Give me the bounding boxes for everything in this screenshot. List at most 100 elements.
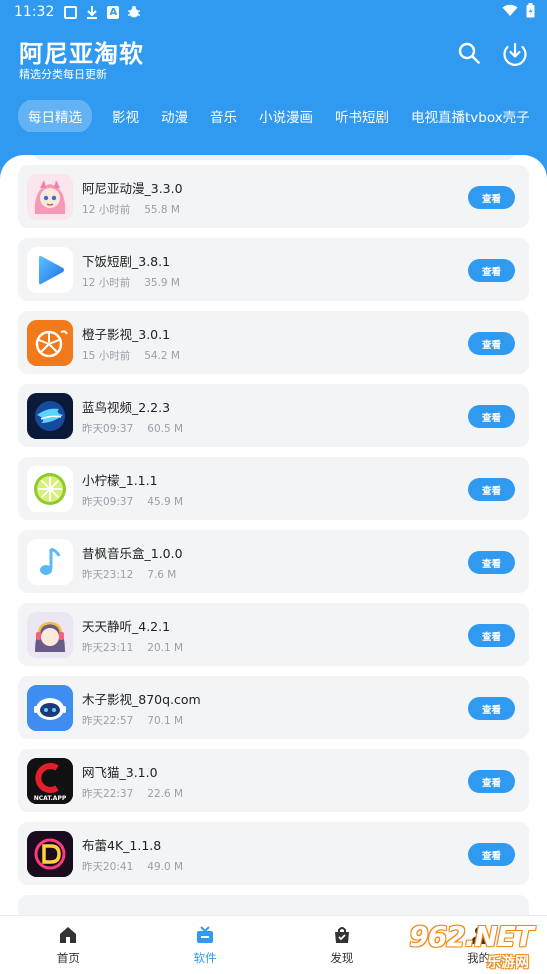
view-button[interactable]: 查看 bbox=[468, 843, 515, 866]
content-panel: 阿尼亚动漫_3.3.0 12 小时前 55.8 M 查看 下饭短剧_3.8.1 1… bbox=[0, 155, 547, 915]
list-item[interactable]: 蓝鸟视频_2.2.3 昨天09:37 60.5 M 查看 bbox=[18, 384, 529, 447]
a-box-icon: A bbox=[107, 5, 120, 19]
app-name: 阿尼亚动漫_3.3.0 bbox=[82, 181, 183, 196]
status-time: 11:32 bbox=[14, 4, 55, 20]
app-time: 12 小时前 bbox=[82, 204, 131, 216]
view-button[interactable]: 查看 bbox=[468, 478, 515, 501]
view-button[interactable]: 查看 bbox=[468, 624, 515, 647]
list-item[interactable]: 木子影视_870q.com 昨天22:57 70.1 M 查看 bbox=[18, 676, 529, 739]
list-item[interactable]: 布蕾4K_1.1.8 昨天20:41 49.0 M 查看 bbox=[18, 822, 529, 885]
list-item[interactable]: 小柠檬_1.1.1 昨天09:37 45.9 M 查看 bbox=[18, 457, 529, 520]
tab-anime[interactable]: 动漫 bbox=[161, 106, 188, 126]
app-time: 昨天22:37 bbox=[82, 788, 134, 800]
app-name: 昔枫音乐盒_1.0.0 bbox=[82, 546, 183, 561]
girl-listening-icon bbox=[27, 612, 73, 658]
robot-face-icon bbox=[27, 685, 73, 731]
app-meta: 12 小时前 55.8 M bbox=[82, 202, 180, 217]
list-item[interactable]: 橙子影视_3.0.1 15 小时前 54.2 M 查看 bbox=[18, 311, 529, 374]
app-meta: 昨天09:37 60.5 M bbox=[82, 421, 183, 436]
app-size: 20.1 M bbox=[147, 642, 184, 654]
app-size: 7.6 M bbox=[147, 569, 177, 581]
tab-tv-live[interactable]: 电视直播tvbox壳子 bbox=[411, 106, 530, 126]
list-item[interactable]: 阿尼亚动漫_3.3.0 12 小时前 55.8 M 查看 bbox=[18, 165, 529, 228]
list-item[interactable]: 下饭短剧_3.8.1 12 小时前 35.9 M 查看 bbox=[18, 238, 529, 301]
tab-audiobook-drama[interactable]: 听书短剧 bbox=[335, 106, 389, 126]
banner-strip bbox=[34, 155, 514, 160]
view-button[interactable]: 查看 bbox=[468, 186, 515, 209]
view-button[interactable]: 查看 bbox=[468, 551, 515, 574]
tab-daily-picks[interactable]: 每日精选 bbox=[18, 100, 92, 132]
list-item[interactable]: NCAT.APP 网飞猫_3.1.0 昨天22:37 22.6 M 查看 bbox=[18, 749, 529, 812]
download-circle-icon[interactable] bbox=[502, 40, 528, 66]
list-item[interactable]: 天天静听_4.2.1 昨天23:11 20.1 M 查看 bbox=[18, 603, 529, 666]
app-list: 阿尼亚动漫_3.3.0 12 小时前 55.8 M 查看 下饭短剧_3.8.1 1… bbox=[18, 165, 529, 915]
software-icon bbox=[194, 924, 216, 946]
app-title: 阿尼亚淘软 bbox=[19, 40, 144, 68]
nav-label: 首页 bbox=[56, 951, 80, 965]
app-meta: 昨天22:37 22.6 M bbox=[82, 786, 183, 801]
bug-icon bbox=[127, 5, 141, 19]
search-icon[interactable] bbox=[456, 40, 482, 66]
tab-music[interactable]: 音乐 bbox=[210, 106, 237, 126]
download-icon bbox=[85, 5, 99, 19]
app-time: 昨天20:41 bbox=[82, 861, 134, 873]
app-name: 网飞猫_3.1.0 bbox=[82, 765, 158, 780]
app-time: 昨天22:57 bbox=[82, 715, 134, 727]
app-size: 55.8 M bbox=[144, 204, 180, 216]
app-name: 蓝鸟视频_2.2.3 bbox=[82, 400, 171, 415]
app-meta: 昨天22:57 70.1 M bbox=[82, 713, 183, 728]
home-icon bbox=[57, 924, 79, 946]
app-name: 布蕾4K_1.1.8 bbox=[82, 838, 162, 853]
view-button[interactable]: 查看 bbox=[468, 332, 515, 355]
tab-video[interactable]: 影视 bbox=[112, 106, 139, 126]
app-time: 昨天09:37 bbox=[82, 496, 134, 508]
nav-home[interactable]: 首页 bbox=[0, 916, 137, 974]
battery-icon bbox=[526, 2, 535, 22]
tab-novel-comic[interactable]: 小说漫画 bbox=[259, 106, 313, 126]
ncat-logo-icon: NCAT.APP bbox=[27, 758, 73, 804]
app-size: 54.2 M bbox=[144, 350, 180, 362]
status-bar: 11:32 A bbox=[0, 0, 547, 24]
app-meta: 12 小时前 35.9 M bbox=[82, 275, 180, 290]
blue-bird-icon bbox=[27, 393, 73, 439]
ncat-logo-text: NCAT.APP bbox=[34, 795, 67, 802]
lemon-slice-icon bbox=[27, 466, 73, 512]
nav-label: 软件 bbox=[193, 951, 217, 965]
app-name: 橙子影视_3.0.1 bbox=[82, 327, 171, 342]
app-time: 15 小时前 bbox=[82, 350, 131, 362]
app-subtitle: 精选分类每日更新 bbox=[19, 68, 107, 81]
view-button[interactable]: 查看 bbox=[468, 259, 515, 282]
app-size: 49.0 M bbox=[147, 861, 184, 873]
list-item[interactable]: 昔枫音乐盒_1.0.0 昨天23:12 7.6 M 查看 bbox=[18, 530, 529, 593]
music-note-icon bbox=[27, 539, 73, 585]
view-button[interactable]: 查看 bbox=[468, 770, 515, 793]
app-time: 昨天23:11 bbox=[82, 642, 134, 654]
app-size: 35.9 M bbox=[144, 277, 180, 289]
view-button[interactable]: 查看 bbox=[468, 697, 515, 720]
view-button[interactable]: 查看 bbox=[468, 405, 515, 428]
app-meta: 15 小时前 54.2 M bbox=[82, 348, 180, 363]
nav-discover[interactable]: 发现 bbox=[274, 916, 411, 974]
discover-bag-icon bbox=[331, 924, 353, 946]
app-size: 60.5 M bbox=[147, 423, 184, 435]
app-name: 小柠檬_1.1.1 bbox=[82, 473, 158, 488]
app-time: 12 小时前 bbox=[82, 277, 131, 289]
app-meta: 昨天23:11 20.1 M bbox=[82, 640, 183, 655]
app-time: 昨天09:37 bbox=[82, 423, 134, 435]
app-meta: 昨天23:12 7.6 M bbox=[82, 567, 176, 582]
nav-label: 发现 bbox=[330, 951, 354, 965]
d-logo-icon bbox=[27, 831, 73, 877]
app-header: 阿尼亚淘软 精选分类每日更新 bbox=[19, 28, 528, 84]
app-size: 70.1 M bbox=[147, 715, 184, 727]
anime-girl-icon bbox=[27, 174, 73, 220]
app-name: 天天静听_4.2.1 bbox=[82, 619, 171, 634]
play-triangle-icon bbox=[27, 247, 73, 293]
wifi-icon bbox=[502, 4, 518, 21]
list-item[interactable] bbox=[18, 895, 529, 915]
orange-slice-icon bbox=[27, 320, 73, 366]
nav-software[interactable]: 软件 bbox=[137, 916, 274, 974]
app-time: 昨天23:12 bbox=[82, 569, 134, 581]
watermark: 962.NET 乐游网 bbox=[401, 920, 541, 972]
notification-box-icon bbox=[64, 5, 78, 19]
watermark-number: 962.NET bbox=[409, 920, 534, 953]
